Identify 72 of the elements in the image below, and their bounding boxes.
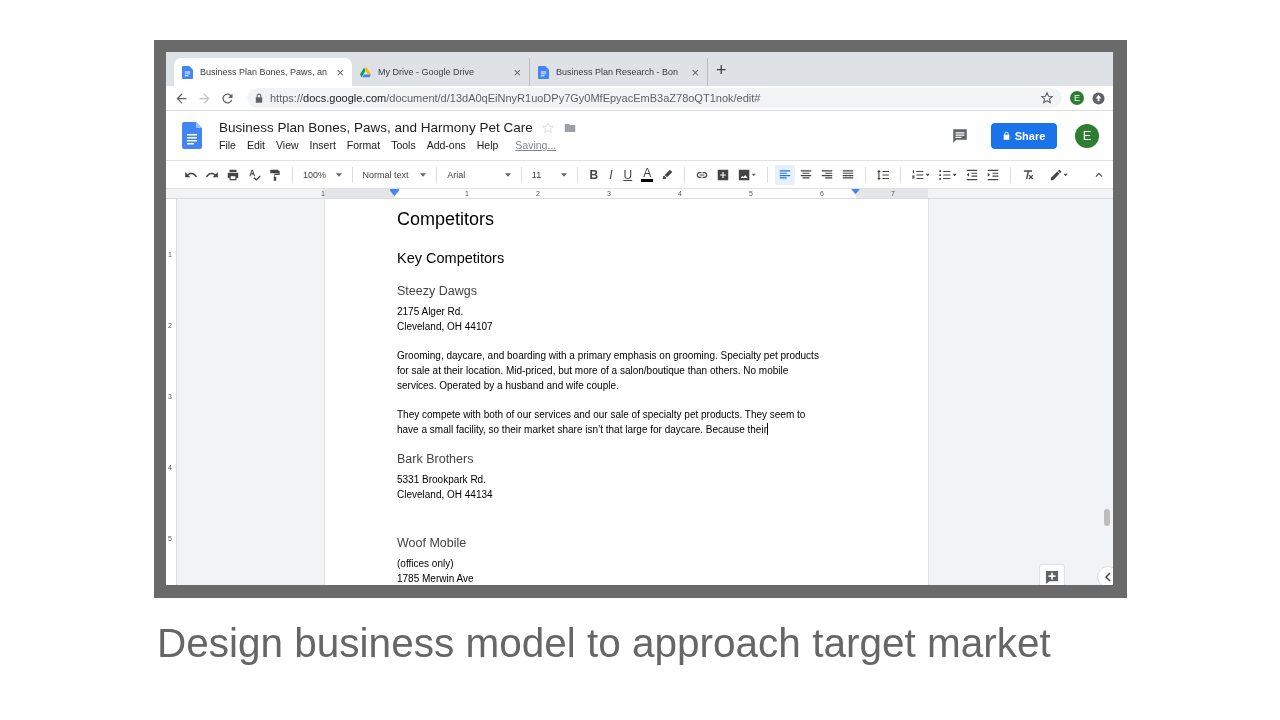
font-dropdown[interactable]: Arial [447, 169, 511, 180]
menu-item[interactable]: Edit [246, 139, 265, 151]
add-comment-icon[interactable] [1039, 564, 1065, 585]
menu-item[interactable]: Add-ons [426, 139, 466, 151]
close-tab-button[interactable]: × [691, 64, 699, 80]
close-tab-button[interactable]: × [513, 64, 521, 80]
menu-item[interactable]: View [276, 139, 299, 151]
pencil-icon[interactable] [1049, 167, 1070, 182]
lock-icon [255, 93, 263, 103]
document-title[interactable]: Business Plan Bones, Paws, and Harmony Pet Care [219, 120, 533, 135]
numbered-list-icon[interactable] [911, 167, 932, 182]
menu-item[interactable]: Insert [309, 139, 336, 151]
menu-item[interactable]: File [219, 139, 236, 151]
caret-icon [560, 172, 567, 177]
competitor-name: Steezy Dawgs [397, 283, 478, 299]
spellcheck-icon[interactable] [247, 167, 261, 182]
competitor-name: Bark Brothers [397, 451, 475, 467]
left-indent-marker[interactable] [390, 189, 399, 196]
menu-item[interactable]: Format [346, 139, 381, 151]
docs-logo-icon[interactable] [182, 122, 202, 149]
comment-icon[interactable] [951, 126, 969, 145]
close-tab-button[interactable]: × [336, 64, 344, 80]
insert-image-icon[interactable] [737, 167, 758, 182]
address-text: 2175 Alger Rd. Cleveland, OH 44107 [397, 305, 494, 334]
address-field[interactable]: https://docs.google.com/document/d/13dA0qEiNnyR1uoDPy7Gy0MfEpyacEmB3aZ78oQT1nok/edit# [247, 88, 1062, 108]
document-icon [182, 65, 193, 79]
paragraph: Grooming, daycare, and boarding with a primary emphasis on grooming. Specialty pet products for sale at their location. Mid-priced, but more of a salon/boutique than others. No mobile services. Operated by a husband and wife couple. [397, 349, 820, 393]
browser-tab[interactable]: My Drive - Google Drive × [352, 58, 530, 86]
add-comment-icon[interactable] [716, 167, 731, 182]
align-left-icon[interactable] [775, 164, 796, 185]
save-status[interactable]: Saving... [515, 139, 557, 151]
highlighter-icon[interactable] [660, 167, 675, 182]
menu-item[interactable]: Help [476, 139, 499, 151]
share-button[interactable]: Share [991, 122, 1057, 149]
browser-tab[interactable]: Business Plan Bones, Paws, an × [174, 58, 352, 86]
decrease-indent-icon[interactable] [965, 167, 980, 182]
bookmark-star-icon[interactable] [1040, 91, 1054, 105]
paragraph: They compete with both of our services and our sale of specialty pet products. They seem to have a small facility, so their market share isn’t that large for daycare. Because their [397, 408, 807, 437]
paragraph-style-dropdown[interactable]: Normal text [362, 169, 427, 180]
address-text: (offices only) 1785 Merwin Ave [397, 557, 475, 585]
new-tab-button[interactable]: + [716, 60, 727, 81]
increase-indent-icon[interactable] [986, 167, 1001, 182]
browser-tab[interactable]: Business Plan Research - Bon × [530, 58, 708, 86]
caret-icon [335, 172, 342, 177]
profile-avatar[interactable]: E [1070, 91, 1084, 105]
paint-format-icon[interactable] [268, 167, 282, 182]
document-title-heading: Competitors [397, 208, 496, 231]
lock-icon [1002, 131, 1010, 140]
zoom-dropdown[interactable]: 100% [302, 169, 342, 180]
clear-formatting-icon[interactable] [1021, 167, 1036, 182]
competitor-name: Woof Mobile [397, 535, 468, 551]
text-color-button[interactable]: A [641, 167, 654, 182]
caret-icon [504, 172, 511, 177]
drive-icon [360, 65, 371, 79]
font-size-dropdown[interactable]: 11 [531, 169, 567, 180]
print-icon[interactable] [226, 167, 240, 182]
caption: Design business model to approach target market [157, 620, 1052, 667]
line-spacing-icon[interactable] [876, 167, 891, 182]
account-avatar[interactable]: E [1075, 123, 1099, 148]
menu-item[interactable]: Tools [391, 139, 416, 151]
italic-button[interactable]: I [607, 167, 615, 182]
underline-button[interactable]: U [621, 167, 635, 182]
caret-icon [420, 172, 427, 177]
extension-icon[interactable] [1092, 91, 1105, 105]
section-heading: Key Competitors [397, 249, 506, 268]
star-icon[interactable] [540, 120, 555, 135]
scrollbar-thumb[interactable] [1104, 509, 1110, 526]
right-indent-marker[interactable] [851, 189, 860, 196]
bold-button[interactable]: B [587, 167, 601, 182]
address-text: 5331 Brookpark Rd. Cleveland, OH 44134 [397, 473, 494, 502]
bulleted-list-icon[interactable] [938, 167, 959, 182]
document-icon [538, 65, 549, 79]
